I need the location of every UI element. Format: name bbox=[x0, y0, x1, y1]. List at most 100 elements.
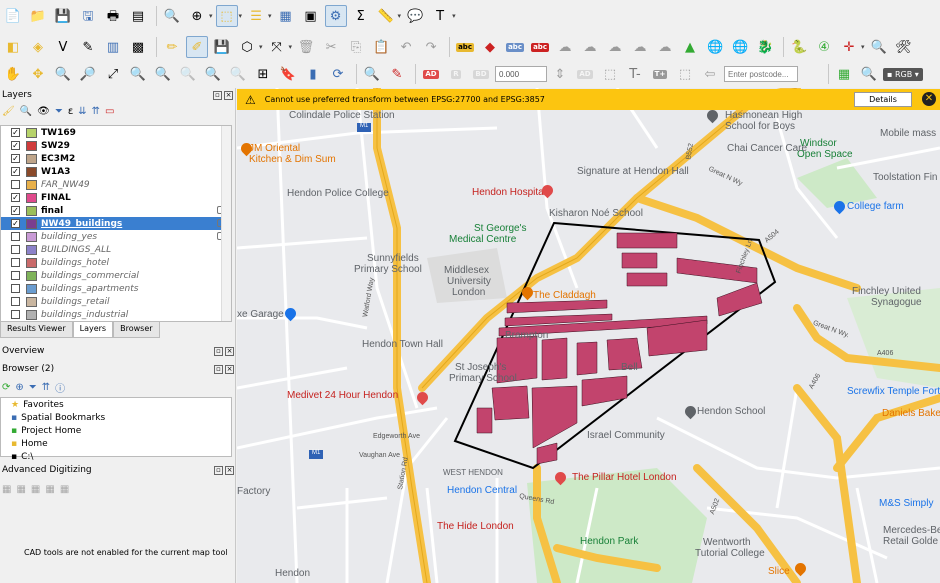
refresh-icon[interactable]: ⟳ bbox=[2, 382, 10, 393]
move-label-icon[interactable]: ☁ bbox=[554, 36, 576, 58]
zoom-to-layer-icon[interactable]: 🔍 bbox=[152, 63, 174, 85]
layer-item[interactable]: ✓ NW49_buildings bbox=[1, 217, 231, 230]
manage-map-themes-icon[interactable]: 👁 bbox=[37, 106, 50, 117]
close-icon[interactable]: × bbox=[225, 346, 234, 356]
deselect-icon[interactable]: ☰ bbox=[245, 5, 267, 27]
close-warning-icon[interactable]: ✕ bbox=[922, 92, 936, 106]
python-console-icon[interactable]: 🐍 bbox=[788, 36, 810, 58]
browser-item-home[interactable]: ▪ Home bbox=[1, 437, 231, 450]
details-button[interactable]: Details bbox=[854, 92, 912, 107]
layout-manager-icon[interactable]: ▤ bbox=[127, 5, 149, 27]
layer-item[interactable]: ✓ final bbox=[1, 204, 231, 217]
browser-item-project-home[interactable]: ▪ Project Home bbox=[1, 424, 231, 437]
map-theme-icon[interactable]: ▦ bbox=[833, 63, 855, 85]
new-map-view-icon[interactable]: ▮ bbox=[302, 63, 324, 85]
show-hide-labels-icon[interactable]: ☁ bbox=[579, 36, 601, 58]
layer-item[interactable]: buildings_commercial bbox=[1, 269, 231, 282]
layer-item[interactable]: ✓ TW169 bbox=[1, 126, 231, 139]
save-edits-icon[interactable]: ▥ bbox=[102, 36, 124, 58]
identify-icon[interactable]: 🔍 bbox=[161, 5, 183, 27]
label-diagram-icon[interactable]: ☁ bbox=[654, 36, 676, 58]
close-icon[interactable]: × bbox=[225, 364, 234, 374]
undo-icon[interactable]: ↶ bbox=[395, 36, 417, 58]
layer-item[interactable]: buildings_retail bbox=[1, 295, 231, 308]
layer-visibility-checkbox[interactable] bbox=[11, 297, 20, 306]
chip-t-plus[interactable]: T+ bbox=[649, 63, 671, 85]
layer-visibility-checkbox[interactable] bbox=[11, 232, 20, 241]
pin-label-icon[interactable]: abc bbox=[504, 36, 526, 58]
back-arrow-icon[interactable]: ⇦ bbox=[699, 63, 721, 85]
map-navigation-icon[interactable]: ⊕ bbox=[186, 5, 208, 27]
layer-visibility-checkbox[interactable] bbox=[11, 258, 20, 267]
zoom-in-icon[interactable]: 🔍 bbox=[52, 63, 74, 85]
show-bookmarks-icon[interactable]: 🔖 bbox=[277, 63, 299, 85]
save-layer-edits-icon[interactable]: 💾 bbox=[211, 36, 233, 58]
browser-item-drive[interactable]: ▪ C:\ bbox=[1, 450, 231, 463]
numeric-value-input[interactable] bbox=[495, 66, 547, 82]
layer-visibility-checkbox[interactable]: ✓ bbox=[11, 128, 20, 137]
layer-item[interactable]: buildings_hotel bbox=[1, 256, 231, 269]
save-project-icon[interactable]: 💾 bbox=[52, 5, 74, 27]
layer-visibility-checkbox[interactable] bbox=[11, 271, 20, 280]
vertex-tool-icon[interactable]: ⤧ bbox=[266, 36, 288, 58]
layers-scrollbar[interactable] bbox=[221, 126, 231, 321]
change-label-icon[interactable]: ☁ bbox=[604, 36, 626, 58]
delete-selected-icon[interactable]: 🗑 bbox=[295, 36, 317, 58]
tab-layers[interactable]: Layers bbox=[72, 322, 114, 338]
wrench-icon[interactable]: 🛠 bbox=[893, 36, 915, 58]
close-icon[interactable]: × bbox=[224, 90, 233, 100]
zoom-to-selection-icon[interactable]: 🔍 bbox=[127, 63, 149, 85]
pan-map-icon[interactable]: ✋ bbox=[2, 63, 24, 85]
label-tool-icon[interactable]: abc bbox=[454, 36, 476, 58]
add-selected-icon[interactable]: ⊕ bbox=[15, 382, 23, 393]
redo-icon[interactable]: ↷ bbox=[420, 36, 442, 58]
globe-icon[interactable]: 🌐 bbox=[704, 36, 726, 58]
expand-all-icon[interactable]: ⇊ bbox=[78, 106, 86, 117]
layer-item[interactable]: buildings_apartments bbox=[1, 282, 231, 295]
refresh-icon[interactable]: ⟳ bbox=[327, 63, 349, 85]
layer-item[interactable]: ✓ FINAL bbox=[1, 191, 231, 204]
label-props-icon[interactable]: ☁ bbox=[629, 36, 651, 58]
paste-icon[interactable]: 📋 bbox=[370, 36, 392, 58]
browser-item-bookmarks[interactable]: ▪ Spatial Bookmarks bbox=[1, 411, 231, 424]
collapse-all-icon[interactable]: ⇈ bbox=[92, 106, 100, 117]
layer-item[interactable]: FAR_NW49 bbox=[1, 178, 231, 191]
layer-visibility-checkbox[interactable]: ✓ bbox=[11, 206, 20, 215]
toggle-editing-icon[interactable]: ▩ bbox=[127, 36, 149, 58]
style-icon[interactable]: 🖌 bbox=[2, 106, 15, 117]
layer-visibility-checkbox[interactable] bbox=[11, 310, 20, 319]
add-vector-layer-icon[interactable]: ◈ bbox=[27, 36, 49, 58]
cut-icon[interactable]: ✂ bbox=[320, 36, 342, 58]
collapse-icon[interactable]: ⇈ bbox=[42, 382, 50, 393]
cad-icon[interactable]: ▦ bbox=[45, 484, 54, 495]
save-as-icon[interactable]: 🖫 bbox=[77, 5, 99, 27]
layer-visibility-checkbox[interactable] bbox=[11, 180, 20, 189]
chip-bd[interactable]: BD bbox=[470, 63, 492, 85]
zoom-next-icon[interactable]: 🔍 bbox=[202, 63, 224, 85]
tab-browser[interactable]: Browser bbox=[113, 322, 160, 338]
map-canvas[interactable]: Colindale Police Station JM Oriental Kit… bbox=[237, 88, 940, 583]
add-group-icon[interactable]: 🔍 bbox=[20, 106, 32, 117]
layer-visibility-checkbox[interactable]: ✓ bbox=[11, 154, 20, 163]
pencil-icon[interactable]: ✏ bbox=[161, 36, 183, 58]
zoom-full-icon[interactable]: ⤢ bbox=[102, 63, 124, 85]
data-source-manager-icon[interactable]: ◧ bbox=[2, 36, 24, 58]
edit-pencil-icon[interactable]: ✐ bbox=[186, 36, 208, 58]
filter-icon[interactable]: ⏷ bbox=[29, 382, 37, 393]
print-layout-icon[interactable]: 🖶 bbox=[102, 5, 124, 27]
layer-visibility-checkbox[interactable] bbox=[11, 284, 20, 293]
float-icon[interactable]: ▫ bbox=[214, 364, 223, 374]
filter-icon[interactable]: ⏷ bbox=[55, 106, 63, 117]
chip-r[interactable]: R bbox=[445, 63, 467, 85]
close-icon[interactable]: × bbox=[225, 465, 234, 475]
postcode-search-input[interactable] bbox=[724, 66, 798, 82]
layer-item[interactable]: buildings_industrial bbox=[1, 308, 231, 321]
float-icon[interactable]: ▫ bbox=[213, 90, 222, 100]
triangle-icon[interactable]: ▲ bbox=[679, 36, 701, 58]
rotate-label-icon[interactable]: abc bbox=[529, 36, 551, 58]
spin-icon[interactable]: ⇕ bbox=[549, 63, 571, 85]
layer-visibility-checkbox[interactable]: ✓ bbox=[11, 219, 20, 228]
zoom-native-res-icon[interactable]: 🔍 bbox=[227, 63, 249, 85]
map-tips-icon[interactable]: 💬 bbox=[404, 5, 426, 27]
layer-item[interactable]: ✓ EC3M2 bbox=[1, 152, 231, 165]
